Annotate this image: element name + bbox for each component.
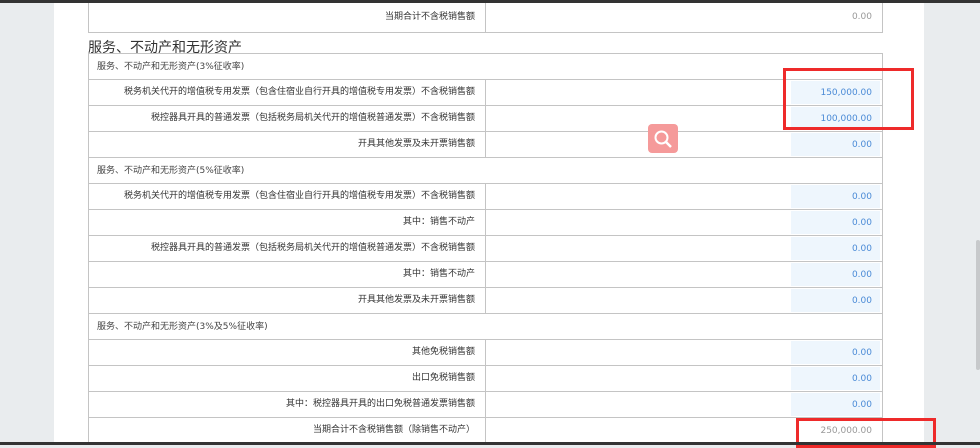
table-row: 开具其他发票及未开票销售额 0.00 (89, 132, 882, 158)
previous-table: 当期合计不含税销售额 0.00 (88, 3, 883, 33)
scrollbar[interactable] (976, 240, 980, 370)
group-header: 服务、不动产和无形资产(5%征收率) (89, 158, 882, 184)
value-input[interactable]: 0.00 (486, 288, 882, 313)
row-label: 税务机关代开的增值税专用发票（包含住宿业自行开具的增值税专用发票）不含税销售额 (89, 80, 486, 105)
table-row: 其中：税控器具开具的出口免税普通发票销售额 0.00 (89, 392, 882, 418)
value-input[interactable]: 0.00 (486, 184, 882, 209)
row-label: 出口免税销售额 (89, 366, 486, 391)
table-row: 税控器具开具的普通发票（包括税务局机关代开的增值税普通发票）不含税销售额 100,… (89, 106, 882, 132)
value-input[interactable]: 0.00 (486, 392, 882, 417)
value-input[interactable]: 0.00 (486, 210, 882, 235)
group-header: 服务、不动产和无形资产(3%征收率) (89, 54, 882, 80)
row-label: 其中：税控器具开具的出口免税普通发票销售额 (89, 392, 486, 417)
table-row: 其中：销售不动产 0.00 (89, 262, 882, 288)
table-row: 开具其他发票及未开票销售额 0.00 (89, 288, 882, 314)
table-row: 税控器具开具的普通发票（包括税务局机关代开的增值税普通发票）不含税销售额 0.00 (89, 236, 882, 262)
value-input[interactable]: 0.00 (486, 366, 882, 391)
table-row: 当期合计不含税销售额（除销售不动产） 250,000.00 (89, 418, 882, 444)
search-button[interactable] (648, 124, 678, 153)
table-row: 税务机关代开的增值税专用发票（包含住宿业自行开具的增值税专用发票）不含税销售额 0… (89, 184, 882, 210)
services-table: 服务、不动产和无形资产(3%征收率) 税务机关代开的增值税专用发票（包含住宿业自行… (88, 53, 883, 444)
table-row: 税务机关代开的增值税专用发票（包含住宿业自行开具的增值税专用发票）不含税销售额 1… (89, 80, 882, 106)
highlight-box (783, 68, 914, 130)
row-label: 开具其他发票及未开票销售额 (89, 288, 486, 313)
table-row: 出口免税销售额 0.00 (89, 366, 882, 392)
search-icon (654, 130, 672, 148)
row-label: 当期合计不含税销售额 (89, 3, 486, 32)
row-label: 其中：销售不动产 (89, 210, 486, 235)
row-label: 开具其他发票及未开票销售额 (89, 132, 486, 157)
table-row: 其中：销售不动产 0.00 (89, 210, 882, 236)
row-label: 税控器具开具的普通发票（包括税务局机关代开的增值税普通发票）不含税销售额 (89, 106, 486, 131)
value-input[interactable]: 0.00 (486, 132, 882, 157)
row-label: 其他免税销售额 (89, 340, 486, 365)
group-header: 服务、不动产和无形资产(3%及5%征收率) (89, 314, 882, 340)
row-label: 当期合计不含税销售额（除销售不动产） (89, 418, 486, 443)
row-label: 税控器具开具的普通发票（包括税务局机关代开的增值税普通发票）不含税销售额 (89, 236, 486, 261)
row-label: 其中：销售不动产 (89, 262, 486, 287)
value-input[interactable]: 0.00 (486, 262, 882, 287)
table-row: 当期合计不含税销售额 0.00 (89, 3, 882, 32)
row-label: 税务机关代开的增值税专用发票（包含住宿业自行开具的增值税专用发票）不含税销售额 (89, 184, 486, 209)
row-value: 0.00 (851, 12, 872, 22)
value-input[interactable]: 0.00 (486, 236, 882, 261)
table-row: 其他免税销售额 0.00 (89, 340, 882, 366)
value-input[interactable]: 0.00 (486, 340, 882, 365)
